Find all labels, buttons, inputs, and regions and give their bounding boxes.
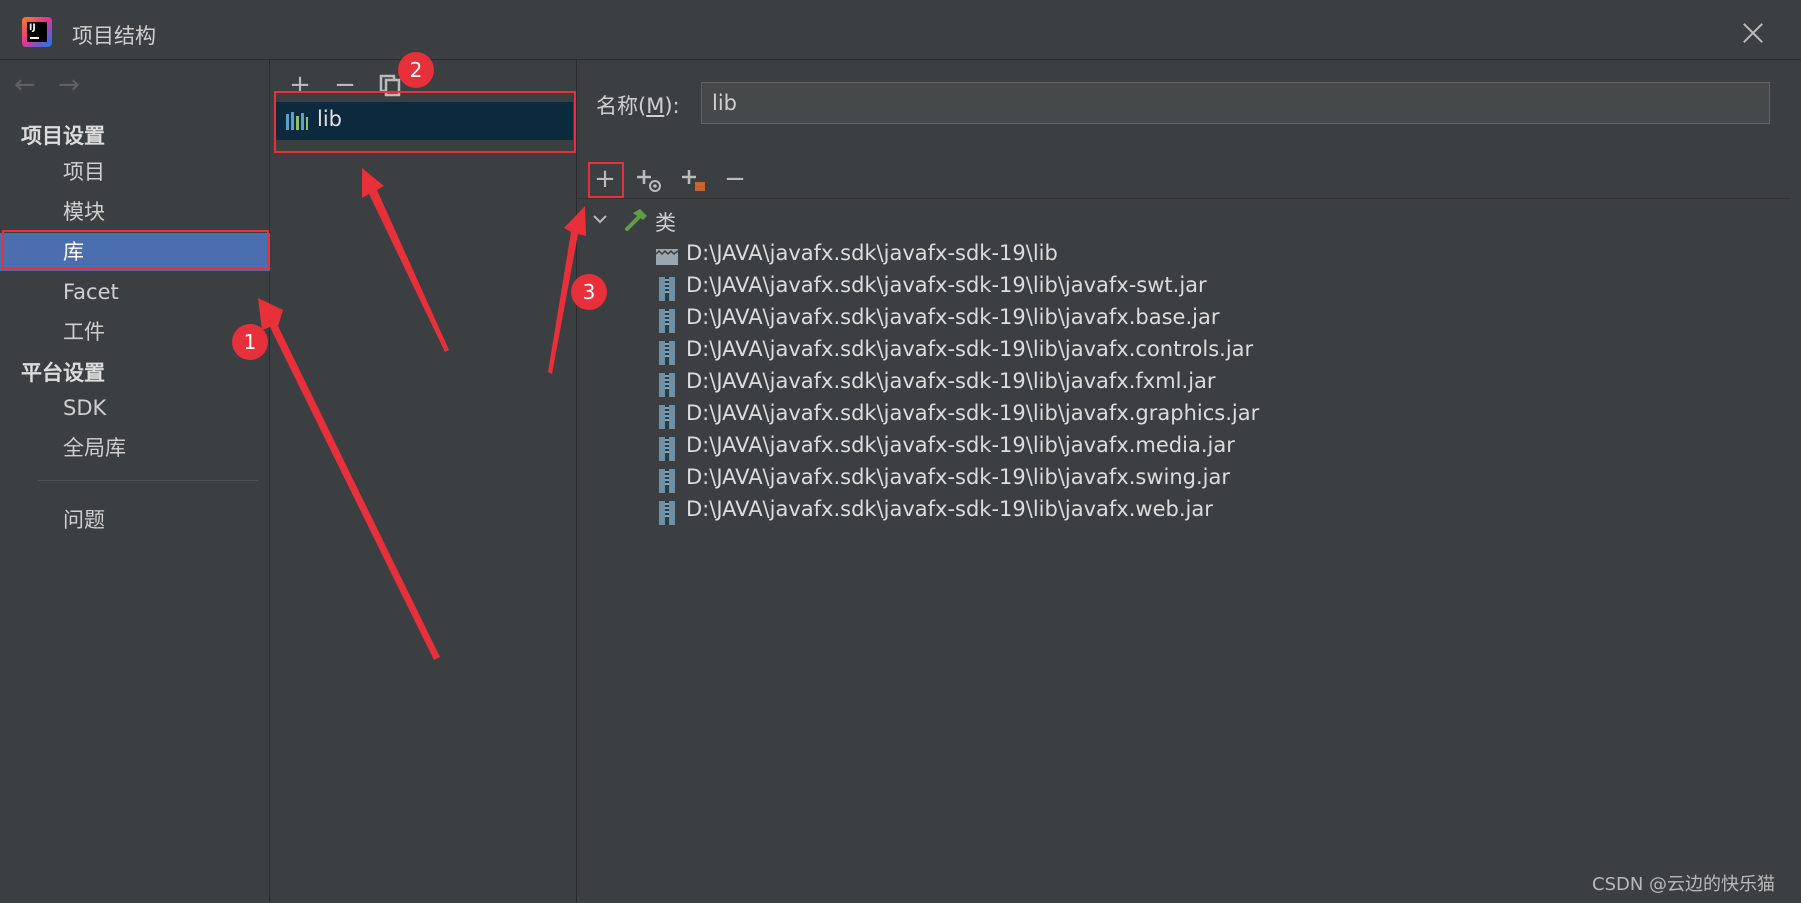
window-title: 项目结构 bbox=[72, 24, 156, 48]
annotation-box-libraries bbox=[2, 230, 269, 270]
annotation-badge-1: 1 bbox=[232, 324, 268, 360]
watermark: CSDN @云边的快乐猫 bbox=[1592, 874, 1776, 895]
forward-arrow-icon[interactable]: → bbox=[58, 70, 102, 100]
annotation-badge-3: 3 bbox=[571, 274, 607, 310]
jar-icon bbox=[659, 437, 675, 461]
jar-icon bbox=[659, 501, 675, 525]
add-url-button[interactable] bbox=[631, 162, 665, 196]
sidebar: ← → 项目设置 项目 模块 库 Facet 工件 平台设置 SDK 全局库 问题 bbox=[0, 60, 270, 902]
title-bar: IJ 项目结构 bbox=[0, 0, 1801, 60]
back-arrow-icon[interactable]: ← bbox=[14, 70, 58, 100]
jar-icon bbox=[659, 277, 675, 301]
hammer-icon bbox=[625, 209, 647, 231]
path-text: D:\JAVA\javafx.sdk\javafx-sdk-19\lib\jav… bbox=[686, 433, 1235, 457]
classes-tree: 类 D:\JAVA\javafx.sdk\javafx-sdk-19\lib D… bbox=[578, 198, 1790, 903]
sidebar-item-modules[interactable]: 模块 bbox=[0, 193, 270, 231]
path-text: D:\JAVA\javafx.sdk\javafx-sdk-19\lib\jav… bbox=[686, 497, 1213, 521]
path-text: D:\JAVA\javafx.sdk\javafx-sdk-19\lib bbox=[686, 241, 1058, 265]
library-list-panel: + − lib bbox=[271, 60, 577, 902]
jar-icon bbox=[659, 373, 675, 397]
sidebar-item-artifacts[interactable]: 工件 bbox=[0, 313, 270, 351]
chevron-down-icon[interactable] bbox=[590, 209, 610, 229]
remove-classes-button[interactable]: − bbox=[718, 162, 752, 196]
add-folder-icon bbox=[682, 170, 705, 191]
sidebar-item-sdk[interactable]: SDK bbox=[0, 389, 270, 427]
path-text: D:\JAVA\javafx.sdk\javafx-sdk-19\lib\jav… bbox=[686, 369, 1216, 393]
path-text: D:\JAVA\javafx.sdk\javafx-sdk-19\lib\jav… bbox=[686, 337, 1254, 361]
sidebar-item-facet[interactable]: Facet bbox=[0, 273, 270, 311]
add-url-icon bbox=[637, 170, 661, 192]
name-label: 名称(M): bbox=[596, 90, 680, 120]
name-label-prefix: 名称( bbox=[596, 94, 647, 118]
jar-icon bbox=[659, 405, 675, 429]
platform-settings-header: 平台设置 bbox=[21, 361, 105, 385]
classes-label: 类 bbox=[655, 211, 676, 235]
annotation-badge-2: 2 bbox=[398, 52, 434, 88]
jar-icon bbox=[659, 341, 675, 365]
project-settings-header: 项目设置 bbox=[21, 124, 105, 148]
add-folder-button[interactable] bbox=[676, 162, 710, 196]
sidebar-divider bbox=[38, 480, 258, 481]
library-name-input[interactable] bbox=[701, 82, 1770, 124]
close-icon[interactable] bbox=[1738, 18, 1768, 48]
nav-arrows: ← → bbox=[14, 70, 102, 100]
intellij-logo-icon: IJ bbox=[22, 17, 52, 47]
jar-icon bbox=[659, 309, 675, 333]
library-details-panel: 名称(M): + − 类 bbox=[578, 60, 1801, 902]
sidebar-item-problems[interactable]: 问题 bbox=[0, 501, 270, 539]
sidebar-item-project[interactable]: 项目 bbox=[0, 153, 270, 191]
jar-icon bbox=[659, 469, 675, 493]
path-text: D:\JAVA\javafx.sdk\javafx-sdk-19\lib\jav… bbox=[686, 401, 1260, 425]
path-text: D:\JAVA\javafx.sdk\javafx-sdk-19\lib\jav… bbox=[686, 273, 1207, 297]
name-label-mnemonic: M bbox=[646, 94, 665, 118]
path-text: D:\JAVA\javafx.sdk\javafx-sdk-19\lib\jav… bbox=[686, 305, 1220, 329]
sidebar-item-global-libraries[interactable]: 全局库 bbox=[0, 429, 270, 467]
annotation-box-add-button bbox=[588, 162, 624, 198]
name-label-suffix: ): bbox=[664, 94, 680, 118]
annotation-box-lib-item bbox=[274, 91, 576, 153]
path-text: D:\JAVA\javafx.sdk\javafx-sdk-19\lib\jav… bbox=[686, 465, 1231, 489]
folder-icon bbox=[656, 249, 678, 265]
app-icon-text: IJ bbox=[27, 22, 47, 42]
